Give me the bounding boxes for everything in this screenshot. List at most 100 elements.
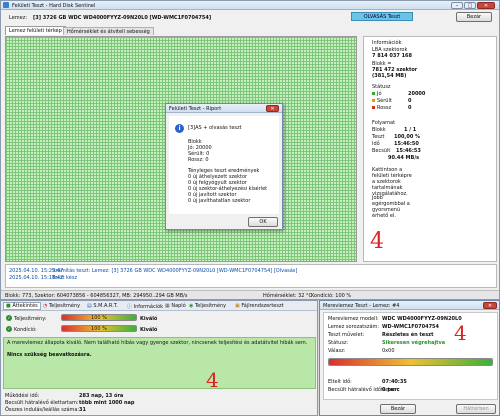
stat-uptime-label: Működési idő: (5, 393, 40, 399)
progress-title: Folyamat (372, 120, 396, 126)
report-ok-button[interactable]: OK (248, 217, 278, 227)
tab-filesystem-label: Fájlrendszerteszt (241, 303, 284, 309)
test-reply-value: 0x00 (382, 348, 395, 354)
tab-info[interactable]: ⓘ Információk (127, 303, 163, 310)
test-dialog: Merevlemez Teszt - Lemez: #4 ✕ Merevleme… (319, 300, 500, 416)
perf-ok-icon: ✓ (6, 315, 12, 321)
side-panel: Információk LBA szektorok 7 814 037 168 … (363, 36, 497, 262)
test-status-label: Státusz: (328, 340, 349, 346)
damaged-color-icon (372, 99, 375, 102)
status-good-label: Jó (377, 91, 382, 97)
status-condition: Kondíció: 100 % (311, 293, 352, 299)
tab-surface-map[interactable]: Lemez felületi térkép (5, 26, 66, 35)
message-area: A merevlemez állapota kiváló. Nem találh… (3, 337, 316, 392)
test-progress-fill (329, 359, 492, 365)
overview-icon: ■ (6, 303, 11, 309)
block-size: (381,54 MB) (372, 73, 407, 79)
tab-smart[interactable]: ▤ S.M.A.R.T. (87, 303, 118, 309)
info-tab-icon: ⓘ (127, 304, 133, 310)
tab-log[interactable]: ▦ Napló (165, 303, 186, 309)
app-icon (3, 2, 9, 8)
test-progress-bar (328, 358, 493, 366)
cond-ok-icon: ✓ (6, 326, 12, 332)
test-close-icon[interactable]: ✕ (483, 302, 497, 309)
lba-value: 7 814 037 168 (372, 53, 413, 59)
perf-bar: 100 % (61, 314, 137, 321)
close-window-button[interactable]: ✕ (477, 2, 495, 9)
report-bad: Rossz: 0 (188, 157, 209, 163)
message-text: A merevlemez állapota kiváló. Nem találh… (7, 340, 308, 346)
tab-performance-label: Teljesítmény (48, 303, 81, 309)
test-model-label: Merevlemez modell: (328, 316, 379, 322)
progress-block-label: Blokk (372, 127, 386, 133)
cond-label: Kondíció: (14, 327, 37, 333)
hint-right-click: Jobb egérgombbal a gyorsmenü érhető el. (372, 195, 410, 219)
progress-test-label: Teszt (372, 134, 385, 140)
close-button[interactable]: Bezár (456, 12, 492, 22)
report-close-icon[interactable]: ✕ (266, 105, 279, 112)
tab-temperature[interactable]: Hőmérséklet és átviteli sebesség (63, 27, 154, 35)
test-elapsed-label: Eltelt idő: (328, 379, 352, 385)
test-close-button[interactable]: Bezár (380, 404, 416, 414)
report-result-5: 0 új javíthatatlan szektor (188, 198, 251, 204)
info-title: Információk (372, 40, 402, 46)
perf-rating: Kiváló (140, 316, 158, 322)
maximize-button[interactable]: □ (464, 2, 476, 9)
info-icon: i (175, 124, 184, 133)
test-op-label: Teszt művelet: (328, 332, 365, 338)
progress-time-value: 15:46:50 (394, 141, 419, 147)
test-serial-label: Lemez sorozatszám: (328, 324, 380, 330)
report-test-name: [3]AS + olvasás teszt (188, 125, 242, 131)
cond-value: 100 % (91, 326, 107, 332)
progress-est-value: 15:46:53 (396, 148, 421, 154)
tab-overview-label: Áttekintés (12, 303, 38, 309)
tab-filesystem[interactable]: ▣ Fájlrendszerteszt (235, 303, 284, 309)
progress-test-value: 100,00 % (394, 134, 421, 140)
window-title: Felületi Teszt - Hard Disk Sentinel (12, 3, 96, 9)
report-title-bar: Felületi Teszt - Riport ✕ (166, 104, 282, 113)
tab-performance-2-label: Teljesítmény (194, 303, 227, 309)
test-op-value: Részletes én teszt (382, 332, 434, 338)
status-temp: Hőmérséklet: 32 °C (263, 293, 313, 299)
stat-lifetime-value: több mint 1000 nap (79, 400, 135, 406)
stat-starts-value: 31 (79, 407, 86, 413)
status-bad-value: 0 (408, 105, 412, 111)
progress-block-value: 1 / 1 (404, 127, 417, 133)
report-dialog: Felületi Teszt - Riport ✕ i [3]AS + olva… (165, 103, 283, 230)
cond-bar: 100 % (61, 325, 137, 332)
tab-log-label: Napló (171, 303, 186, 309)
filesystem-icon: ▣ (235, 303, 240, 309)
progress-speed-value: 90.44 MB/s (388, 155, 420, 161)
cond-rating: Kiváló (140, 327, 158, 333)
disk-label: Lemez: (9, 15, 28, 21)
handwritten-mark-test: 4 (454, 321, 467, 345)
status-good-value: 20000 (408, 91, 426, 97)
perf-label: Teljesítmény: (14, 316, 47, 322)
test-hide-button[interactable]: Háttérben (456, 404, 496, 414)
status-title: Státusz (372, 84, 391, 90)
report-body: i [3]AS + olvasás teszt Blokk Jó: 20000 … (169, 116, 279, 214)
progress-time-label: Idő (372, 141, 380, 147)
stat-uptime-value: 283 nap, 13 óra (79, 393, 124, 399)
action-text: Nincs szükség beavatkozásra. (7, 352, 92, 358)
tab-performance[interactable]: ◔ Teljesítmény (43, 303, 80, 309)
bad-color-icon (372, 106, 375, 109)
stat-lifetime-label: Becsült hátralévő élettartam: (5, 400, 79, 406)
perf-value: 100 % (91, 315, 107, 321)
tab-overview[interactable]: ■ Áttekintés (3, 302, 41, 310)
test-model-value: WDC WD4000FYYZ-09N20L0 (382, 316, 462, 322)
log-panel: 2025.04.10. 15:29:47 Számítás teszt: Lem… (5, 264, 497, 288)
test-reply-label: Válasz: (328, 348, 346, 354)
tab-performance-2[interactable]: ◉ Teljesítmény (189, 303, 226, 309)
handwritten-mark: 4 (370, 229, 384, 254)
test-title-bar: Merevlemez Teszt - Lemez: #4 ✕ (320, 301, 499, 310)
title-bar: Felületi Teszt - Hard Disk Sentinel – □ … (1, 1, 499, 10)
tab-smart-label: S.M.A.R.T. (93, 303, 118, 309)
handwritten-mark-lower: 4 (206, 368, 219, 392)
test-serial-value: WD-WMC1F0704754 (382, 324, 440, 330)
minimize-button[interactable]: – (451, 2, 463, 9)
lower-toolbar: ■ Áttekintés ◔ Teljesítmény ▤ S.M.A.R.T.… (1, 301, 317, 311)
performance2-icon: ◉ (189, 303, 194, 309)
log-icon: ▦ (165, 303, 170, 309)
disk-selector[interactable]: [3] 3726 GB WDC WD4000FYYZ-09N20L0 [WD-W… (33, 15, 211, 21)
